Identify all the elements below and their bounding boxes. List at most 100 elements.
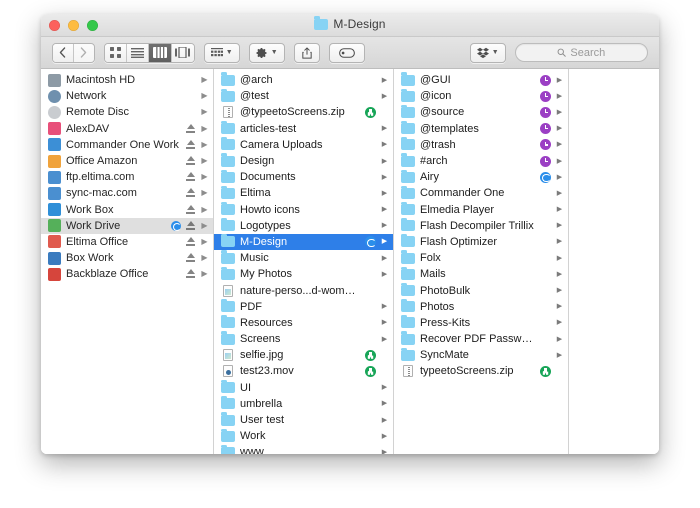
folder-row[interactable]: #arch ▶ (394, 153, 568, 169)
arrange-button[interactable]: ▼ (203, 42, 240, 63)
back-button[interactable] (53, 43, 74, 62)
eject-icon[interactable] (186, 269, 195, 279)
eject-icon[interactable] (186, 253, 195, 263)
folder-row[interactable]: @arch ▶ (214, 72, 393, 88)
folder-row[interactable]: Music ▶ (214, 250, 393, 266)
folder-row[interactable]: SyncMate ▶ (394, 347, 568, 363)
file-row[interactable]: nature-perso...d-woman.jpg (214, 282, 393, 298)
disclosure-arrow-icon[interactable]: ▶ (381, 433, 388, 440)
eject-icon[interactable] (186, 123, 195, 134)
disclosure-arrow-icon[interactable]: ▶ (556, 238, 563, 245)
folder-row[interactable]: Flash Optimizer ▶ (394, 234, 568, 250)
folder-row[interactable]: Airy ▶ (394, 169, 568, 185)
eject-icon[interactable] (186, 204, 195, 215)
disclosure-arrow-icon[interactable]: ▶ (200, 92, 209, 100)
disclosure-arrow-icon[interactable]: ▶ (381, 93, 388, 100)
disclosure-arrow-icon[interactable]: ▶ (381, 449, 388, 454)
zoom-button[interactable] (87, 20, 98, 31)
disclosure-arrow-icon[interactable]: ▶ (381, 238, 388, 245)
disclosure-arrow-icon[interactable]: ▶ (381, 222, 388, 229)
disclosure-arrow-icon[interactable]: ▶ (381, 255, 388, 262)
sidebar-item-eltima-office[interactable]: Eltima Office ▶ (41, 234, 213, 250)
file-row[interactable]: test23.mov (214, 363, 393, 379)
forward-button[interactable] (73, 43, 95, 62)
folder-row[interactable]: M-Design ▶ (214, 233, 393, 251)
tags-button[interactable] (328, 42, 365, 63)
disclosure-arrow-icon[interactable]: ▶ (381, 336, 388, 343)
sidebar-item-commander-one-work[interactable]: Commander One Work ▶ (41, 137, 213, 153)
folder-row[interactable]: Work ▶ (214, 428, 393, 444)
disclosure-arrow-icon[interactable]: ▶ (200, 108, 209, 116)
sidebar-item-work-drive[interactable]: Work Drive ▶ (41, 217, 213, 234)
disclosure-arrow-icon[interactable]: ▶ (381, 303, 388, 310)
share-button[interactable] (293, 42, 320, 63)
disclosure-arrow-icon[interactable]: ▶ (556, 77, 563, 84)
disclosure-arrow-icon[interactable]: ▶ (200, 140, 209, 149)
file-row[interactable]: selfie.jpg (214, 347, 393, 363)
disclosure-arrow-icon[interactable]: ▶ (381, 190, 388, 197)
disclosure-arrow-icon[interactable]: ▶ (556, 287, 563, 294)
disclosure-arrow-icon[interactable]: ▶ (556, 222, 563, 229)
disclosure-arrow-icon[interactable]: ▶ (200, 173, 209, 181)
disclosure-arrow-icon[interactable]: ▶ (381, 77, 388, 84)
close-button[interactable] (49, 20, 60, 31)
folder-row[interactable]: Folx ▶ (394, 250, 568, 266)
folder-row[interactable]: @icon ▶ (394, 88, 568, 104)
eject-icon[interactable] (186, 156, 195, 166)
eject-icon[interactable] (186, 139, 195, 150)
disclosure-arrow-icon[interactable]: ▶ (200, 76, 209, 84)
disclosure-arrow-icon[interactable]: ▶ (556, 109, 563, 116)
folder-row[interactable]: @templates ▶ (394, 120, 568, 137)
disclosure-arrow-icon[interactable]: ▶ (556, 141, 563, 148)
list-view-button[interactable] (127, 43, 150, 62)
disclosure-arrow-icon[interactable]: ▶ (556, 125, 563, 132)
disclosure-arrow-icon[interactable]: ▶ (556, 255, 563, 262)
folder-row[interactable]: Design ▶ (214, 153, 393, 169)
disclosure-arrow-icon[interactable]: ▶ (200, 205, 209, 214)
action-gear-button[interactable]: ▼ (248, 42, 285, 63)
folder-row[interactable]: Elmedia Player ▶ (394, 201, 568, 218)
eject-icon[interactable] (186, 172, 195, 182)
folder-row[interactable]: @trash ▶ (394, 137, 568, 153)
disclosure-arrow-icon[interactable]: ▶ (381, 174, 388, 181)
coverflow-view-button[interactable] (171, 43, 194, 62)
sidebar-item-network[interactable]: Network ▶ (41, 88, 213, 104)
disclosure-arrow-icon[interactable]: ▶ (381, 384, 388, 391)
sidebar-item-alexdav[interactable]: AlexDAV ▶ (41, 121, 213, 137)
folder-row[interactable]: User test ▶ (214, 412, 393, 428)
folder-row[interactable]: Press-Kits ▶ (394, 315, 568, 331)
dropbox-button[interactable]: ▼ (469, 42, 506, 63)
folder-row[interactable]: Screens ▶ (214, 331, 393, 347)
folder-row[interactable]: Documents ▶ (214, 169, 393, 185)
folder-row[interactable]: www ▶ (214, 444, 393, 454)
icon-view-button[interactable] (105, 43, 128, 62)
disclosure-arrow-icon[interactable]: ▶ (381, 158, 388, 165)
disclosure-arrow-icon[interactable]: ▶ (556, 303, 563, 310)
folder-row[interactable]: Resources ▶ (214, 315, 393, 331)
minimize-button[interactable] (68, 20, 79, 31)
disclosure-arrow-icon[interactable]: ▶ (556, 336, 563, 343)
eject-icon[interactable] (186, 188, 195, 198)
disclosure-arrow-icon[interactable]: ▶ (200, 270, 209, 278)
disclosure-arrow-icon[interactable]: ▶ (381, 125, 388, 132)
folder-row[interactable]: PDF ▶ (214, 299, 393, 315)
disclosure-arrow-icon[interactable]: ▶ (556, 319, 563, 326)
sidebar-item-backblaze-office[interactable]: Backblaze Office ▶ (41, 266, 213, 282)
folder-row[interactable]: Recover PDF Password ▶ (394, 331, 568, 347)
column-view-button[interactable] (149, 43, 172, 62)
folder-row[interactable]: Camera Uploads ▶ (214, 137, 393, 153)
disclosure-arrow-icon[interactable]: ▶ (381, 400, 388, 407)
sidebar-item-sync-mac-com[interactable]: sync-mac.com ▶ (41, 185, 213, 201)
folder-row[interactable]: @GUI ▶ (394, 72, 568, 88)
disclosure-arrow-icon[interactable]: ▶ (556, 206, 563, 213)
folder-row[interactable]: Howto icons ▶ (214, 201, 393, 218)
sidebar-item-remote-disc[interactable]: Remote Disc ▶ (41, 104, 213, 120)
folder-row[interactable]: articles-test ▶ (214, 120, 393, 137)
disclosure-arrow-icon[interactable]: ▶ (556, 271, 563, 278)
eject-icon[interactable] (186, 236, 195, 247)
search-field[interactable]: Search (514, 43, 648, 62)
disclosure-arrow-icon[interactable]: ▶ (200, 189, 209, 197)
disclosure-arrow-icon[interactable]: ▶ (200, 221, 209, 230)
sidebar-item-macintosh-hd[interactable]: Macintosh HD ▶ (41, 72, 213, 88)
folder-row[interactable]: Mails ▶ (394, 266, 568, 282)
